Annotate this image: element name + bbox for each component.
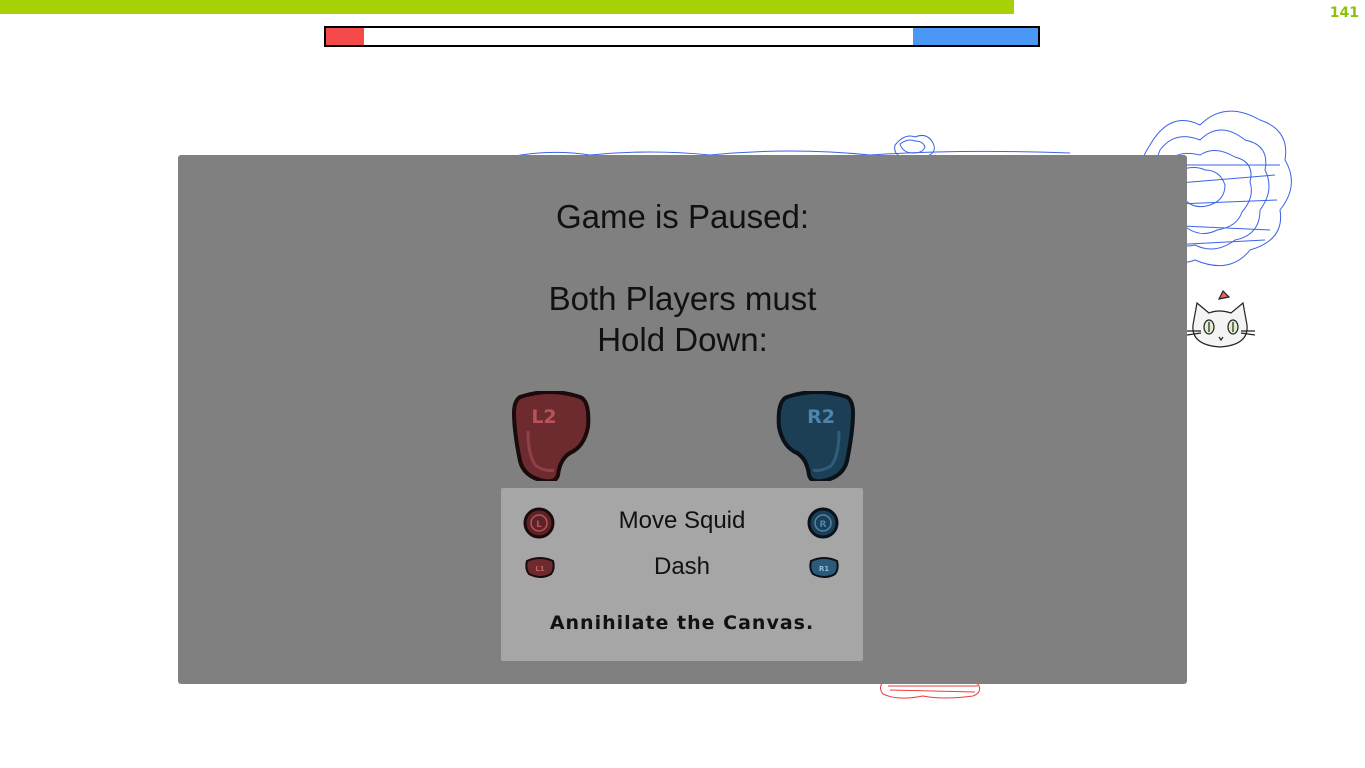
pause-title: Game is Paused: (555, 198, 810, 235)
hold-instruction-line1: Both Players must (548, 280, 817, 317)
pause-overlay: Game is Paused: Both Players must Hold D… (178, 155, 1187, 684)
right-stick-icon: R (807, 507, 839, 539)
controls-panel: L Move Squid R L1 Dash R1 Annihilate the… (501, 488, 863, 661)
cat-icon (1186, 289, 1255, 348)
r1-bumper-label: R1 (819, 565, 829, 573)
territory-score-bar (324, 26, 1040, 47)
blue-team-score (912, 28, 1038, 45)
red-team-score (326, 28, 364, 45)
tagline: Annihilate the Canvas. (549, 612, 815, 634)
r1-bumper-icon: R1 (809, 557, 839, 578)
r2-trigger-icon: R2 (776, 391, 855, 481)
hold-instruction-line2: Hold Down: (597, 321, 768, 358)
right-stick-label: R (820, 520, 827, 530)
countdown-counter: 141 (1329, 5, 1359, 21)
r2-trigger-label: R2 (807, 406, 835, 428)
hold-instruction: Both Players must Hold Down: (178, 278, 1187, 360)
l2-trigger-label: L2 (531, 406, 556, 428)
time-remaining-bar (0, 0, 1015, 14)
l2-trigger-icon: L2 (512, 391, 591, 481)
